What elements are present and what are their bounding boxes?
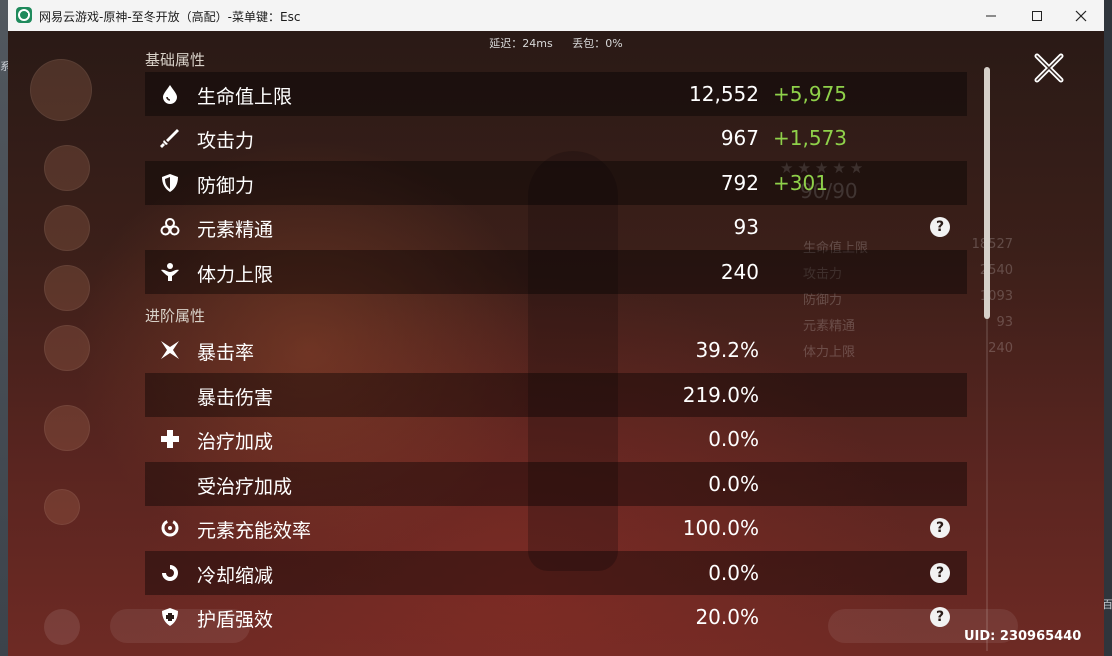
stat-label: 暴击伤害 <box>197 387 274 409</box>
stat-row-energy-recharge: 元素充能效率 100.0% ? <box>145 506 967 550</box>
stat-label: 元素精通 <box>197 219 274 241</box>
stat-value: 219.0% <box>682 383 759 407</box>
stat-bonus: +301 <box>773 171 828 195</box>
character-avatar <box>44 405 90 451</box>
stat-value: 0.0% <box>708 427 759 451</box>
stat-value: 792 <box>720 171 759 195</box>
stat-row-atk: 攻击力 967 +1,573 <box>145 116 967 160</box>
menu-grid-icon <box>44 609 80 645</box>
stat-value: 12,552 <box>689 82 759 106</box>
character-avatar <box>44 325 90 371</box>
element-emblem <box>30 59 92 121</box>
crit-star-icon <box>161 341 179 359</box>
maximize-icon <box>1032 10 1042 21</box>
maximize-button[interactable] <box>1014 0 1060 31</box>
stat-label: 受治疗加成 <box>197 476 293 498</box>
minimize-icon <box>986 15 996 16</box>
heal-cross-icon <box>161 430 179 448</box>
stat-label: 防御力 <box>197 175 255 197</box>
character-avatar <box>44 489 80 525</box>
character-avatar <box>44 205 90 251</box>
stat-label: 元素充能效率 <box>197 520 312 542</box>
section-title-advanced: 进阶属性 <box>145 307 206 325</box>
stat-label: 体力上限 <box>197 264 274 286</box>
stat-row-hp: 生命值上限 12,552 +5,975 <box>145 72 967 116</box>
character-sidebar-background <box>30 59 130 656</box>
uid-text: UID: 230965440 <box>964 629 1082 644</box>
stat-bonus: +1,573 <box>773 126 848 150</box>
stat-bonus: +5,975 <box>773 82 848 106</box>
stat-value: 20.0% <box>695 605 759 629</box>
close-panel-icon[interactable] <box>1032 51 1066 85</box>
shield-strength-icon <box>162 608 178 626</box>
stat-value: 0.0% <box>708 472 759 496</box>
stat-row-crit-dmg: 暴击伤害 219.0% <box>145 373 967 417</box>
stat-value: 967 <box>720 126 759 150</box>
desktop-right-strip <box>1104 0 1112 656</box>
game-viewport[interactable]: ★★★★★ 90/90 生命值上限 18527 攻击力 2540 防御力 1093 元… <box>8 31 1104 656</box>
stat-row-em: 元素精通 93 ? <box>145 205 967 249</box>
stat-row-shield-strength: 护盾强效 20.0% ? <box>145 595 967 639</box>
shield-icon <box>162 174 178 192</box>
help-button[interactable]: ? <box>930 607 950 627</box>
stat-label: 护盾强效 <box>197 609 274 631</box>
character-avatar <box>44 265 90 311</box>
stat-row-cooldown: 冷却缩减 0.0% ? <box>145 551 967 595</box>
stat-row-def: 防御力 792 +301 <box>145 161 967 205</box>
close-window-button[interactable] <box>1058 0 1104 31</box>
energy-recharge-icon <box>161 519 179 537</box>
stat-label: 治疗加成 <box>197 431 274 453</box>
section-title-basic: 基础属性 <box>145 51 206 69</box>
stat-row-incoming-heal: 受治疗加成 0.0% <box>145 462 967 506</box>
latency-text: 延迟：24ms <box>489 37 553 50</box>
stat-label: 暴击率 <box>197 342 255 364</box>
help-button[interactable]: ? <box>930 217 950 237</box>
stat-label: 生命值上限 <box>197 86 293 108</box>
window-title: 网易云游戏-原神-至冬开放（高配）-菜单键：Esc <box>39 10 301 24</box>
minimize-button[interactable] <box>968 0 1014 31</box>
stat-value: 240 <box>720 260 759 284</box>
attribute-scrollbar[interactable] <box>984 67 990 651</box>
stat-value: 100.0% <box>682 516 759 540</box>
title-bar[interactable]: 网易云游戏-原神-至冬开放（高配）-菜单键：Esc <box>8 0 1104 32</box>
stat-label: 攻击力 <box>197 130 255 152</box>
character-avatar <box>44 145 90 191</box>
scrollbar-thumb[interactable] <box>984 67 990 319</box>
desktop-left-strip <box>0 0 8 656</box>
stat-value: 39.2% <box>695 338 759 362</box>
stat-value: 0.0% <box>708 561 759 585</box>
elemental-mastery-icon <box>160 218 180 236</box>
app-window: 网易云游戏-原神-至冬开放（高配）-菜单键：Esc ★★★★★ 90/90 生命… <box>8 0 1104 656</box>
stat-value: 93 <box>733 215 759 239</box>
cooldown-icon <box>162 565 178 581</box>
stat-row-crit-rate: 暴击率 39.2% <box>145 328 967 372</box>
packet-loss-text: 丢包：0% <box>572 37 623 50</box>
close-icon <box>1075 10 1087 21</box>
hp-drop-icon <box>163 85 177 104</box>
sword-icon <box>160 129 179 148</box>
help-button[interactable]: ? <box>930 563 950 583</box>
stat-label: 冷却缩减 <box>197 565 274 587</box>
stat-row-stamina: 体力上限 240 <box>145 250 967 294</box>
help-button[interactable]: ? <box>930 518 950 538</box>
app-logo-icon <box>16 7 32 23</box>
stamina-icon <box>161 263 179 281</box>
stat-row-healing: 治疗加成 0.0% <box>145 417 967 461</box>
